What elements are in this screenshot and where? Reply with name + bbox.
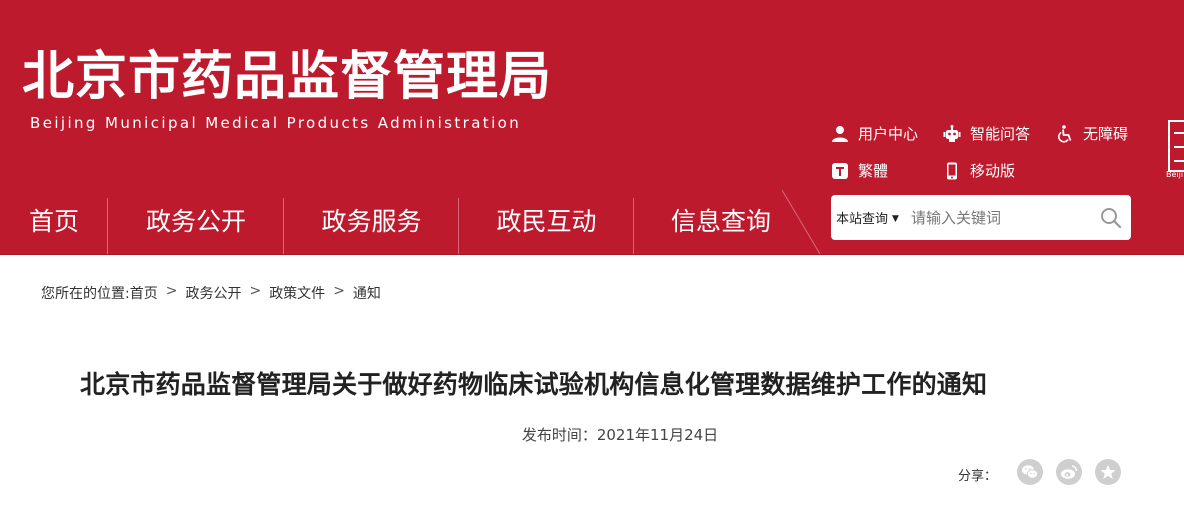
search-box: 本站查询 ▼ bbox=[831, 195, 1131, 240]
search-icon[interactable] bbox=[1099, 206, 1123, 230]
search-scope-dropdown[interactable]: 本站查询 ▼ bbox=[836, 208, 899, 227]
traditional-t-icon bbox=[832, 162, 848, 179]
accessibility-link[interactable]: 无障碍 bbox=[1056, 123, 1128, 144]
robot-icon bbox=[943, 124, 961, 142]
breadcrumb: 您所在的位置: 首页 > 政务公开 > 政策文件 > 通知 bbox=[41, 283, 381, 303]
nav-home[interactable]: 首页 bbox=[0, 190, 108, 254]
user-center-label: 用户中心 bbox=[858, 125, 919, 143]
site-title[interactable]: 北京市药品监督管理局 bbox=[22, 46, 552, 108]
site-subtitle: Beijing Municipal Medical Products Admin… bbox=[30, 114, 522, 132]
share-label: 分享： bbox=[958, 469, 998, 484]
nav-divider bbox=[782, 190, 821, 254]
seal-caption: Beiji bbox=[1166, 170, 1184, 179]
traditional-chinese-link[interactable]: 繁體 bbox=[831, 160, 888, 181]
star-icon bbox=[1100, 465, 1116, 479]
nav-public-interaction[interactable]: 政民互动 bbox=[459, 190, 634, 254]
smart-qa-link[interactable]: 智能问答 bbox=[943, 123, 1030, 144]
accessibility-label: 无障碍 bbox=[1083, 125, 1129, 143]
breadcrumb-separator: > bbox=[333, 283, 345, 299]
share-favorite-button[interactable] bbox=[1095, 459, 1121, 485]
publish-date: 发布时间：2021年11月24日 bbox=[521, 426, 719, 444]
share-weibo-button[interactable] bbox=[1056, 459, 1082, 485]
breadcrumb-separator: > bbox=[165, 283, 178, 299]
user-icon bbox=[832, 125, 848, 142]
search-input[interactable] bbox=[910, 208, 1076, 227]
breadcrumb-policy-documents[interactable]: 政策文件 bbox=[269, 283, 325, 303]
traditional-chinese-label: 繁體 bbox=[858, 162, 889, 180]
breadcrumb-prefix: 您所在的位置: bbox=[41, 286, 130, 302]
article-title: 北京市药品监督管理局关于做好药物临床试验机构信息化管理数据维护工作的通知 bbox=[80, 370, 988, 399]
seal-logo bbox=[1168, 120, 1184, 172]
smart-qa-label: 智能问答 bbox=[970, 125, 1031, 143]
nav-government-services[interactable]: 政务服务 bbox=[284, 190, 459, 254]
wechat-icon bbox=[1022, 465, 1039, 479]
breadcrumb-government-affairs[interactable]: 政务公开 bbox=[185, 283, 241, 303]
breadcrumb-home[interactable]: 首页 bbox=[130, 283, 158, 303]
mobile-version-link[interactable]: 移动版 bbox=[943, 160, 1015, 181]
wheelchair-icon bbox=[1058, 124, 1072, 143]
search-scope-label: 本站查询 bbox=[836, 212, 889, 227]
breadcrumb-separator: > bbox=[249, 283, 262, 299]
mobile-icon bbox=[947, 162, 957, 179]
share-wechat-button[interactable] bbox=[1017, 459, 1043, 485]
breadcrumb-notice[interactable]: 通知 bbox=[353, 283, 381, 303]
user-center-link[interactable]: 用户中心 bbox=[831, 123, 918, 144]
main-nav: 首页 政务公开 政务服务 政民互动 信息查询 bbox=[0, 190, 808, 254]
site-header: 北京市药品监督管理局 Beijing Municipal Medical Pro… bbox=[0, 0, 1184, 255]
nav-government-affairs[interactable]: 政务公开 bbox=[108, 190, 284, 254]
mobile-version-label: 移动版 bbox=[970, 162, 1016, 180]
caret-down-icon: ▼ bbox=[892, 214, 899, 224]
weibo-icon bbox=[1061, 465, 1078, 479]
